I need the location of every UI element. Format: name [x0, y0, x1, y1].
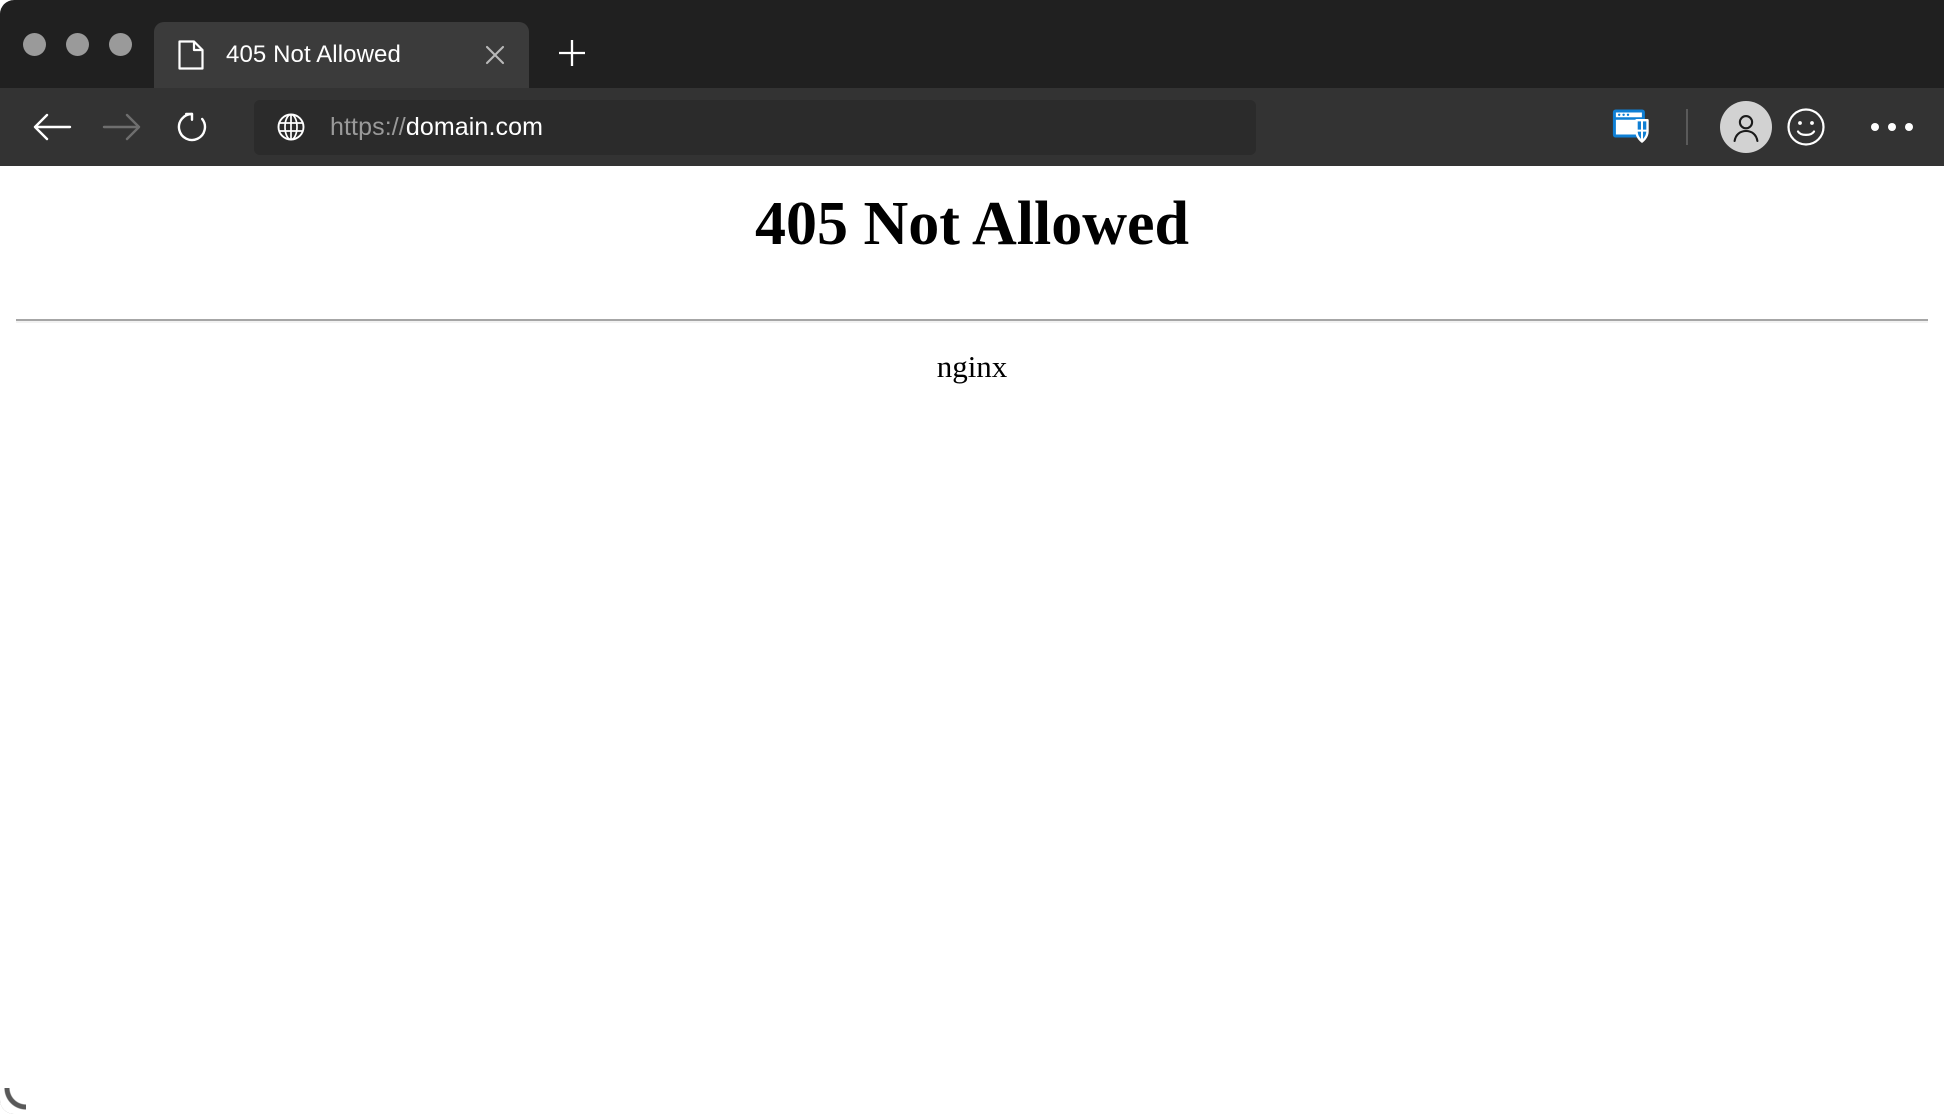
menu-dot — [1871, 123, 1879, 131]
tab-strip: 405 Not Allowed — [132, 0, 1944, 88]
close-icon[interactable] — [475, 35, 515, 75]
screenshot-root: 405 Not Allowed https://domain.com 405 N… — [0, 0, 1944, 1114]
globe-icon — [276, 112, 306, 142]
browser-window: 405 Not Allowed https://domain.com 405 N… — [0, 0, 1944, 1114]
browser-toolbar: https://domain.com — [0, 88, 1944, 166]
toolbar-right-actions — [1604, 99, 1922, 155]
tab-405-not-allowed[interactable]: 405 Not Allowed — [154, 22, 529, 88]
page-viewport: 405 Not Allowed nginx — [0, 166, 1944, 1114]
server-signature: nginx — [936, 349, 1008, 385]
smiley-icon[interactable] — [1778, 99, 1834, 155]
horizontal-divider — [16, 319, 1928, 324]
ellipsis-icon[interactable] — [1862, 99, 1922, 155]
titlebar: 405 Not Allowed — [0, 0, 1944, 88]
menu-dot — [1888, 123, 1896, 131]
forward-button[interactable] — [94, 99, 150, 155]
window-maximize-button[interactable] — [109, 32, 132, 56]
toolbar-separator — [1686, 109, 1688, 145]
url-scheme: https:// — [330, 112, 406, 141]
window-minimize-button[interactable] — [66, 32, 89, 56]
back-button[interactable] — [24, 99, 80, 155]
window-close-button[interactable] — [23, 32, 46, 56]
page-icon — [178, 40, 204, 70]
address-bar[interactable]: https://domain.com — [254, 99, 1256, 155]
refresh-button[interactable] — [164, 99, 220, 155]
new-tab-button[interactable] — [545, 26, 599, 80]
address-bar-url: https://domain.com — [330, 113, 543, 142]
menu-dot — [1905, 123, 1913, 131]
page-title: 405 Not Allowed — [755, 190, 1189, 258]
avatar[interactable] — [1720, 101, 1772, 153]
url-host: domain.com — [405, 112, 544, 141]
application-guard-shield-icon[interactable] — [1604, 99, 1660, 155]
tab-title: 405 Not Allowed — [226, 43, 401, 67]
window-controls — [0, 0, 132, 88]
